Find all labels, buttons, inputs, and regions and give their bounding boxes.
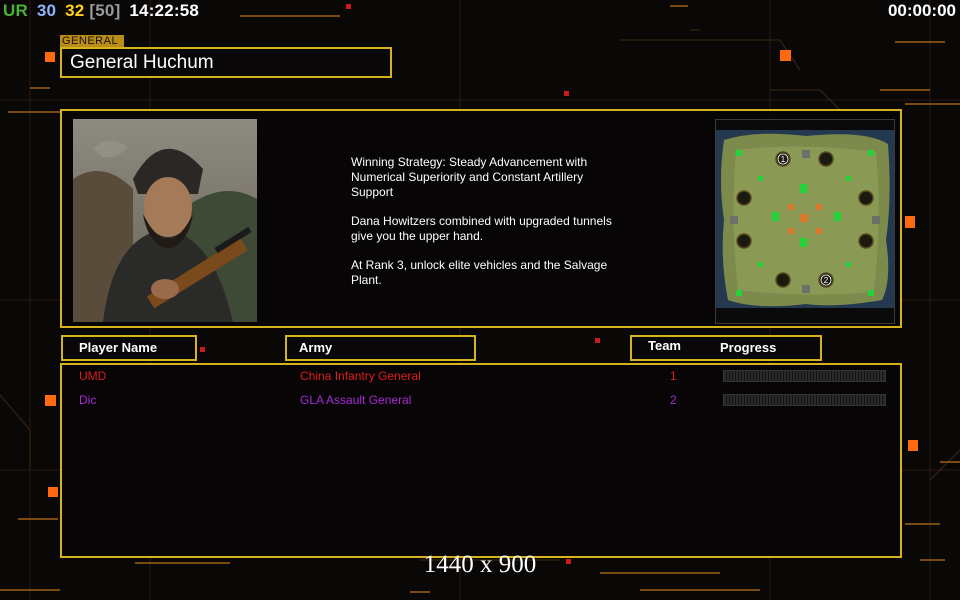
map-start-2: 2 (824, 276, 829, 285)
progress-bar (723, 394, 886, 406)
progress-header-label: Progress (720, 340, 777, 355)
progress-bar (723, 370, 886, 382)
player-team: 2 (670, 393, 677, 407)
team-progress-header[interactable]: Team Progress (630, 335, 822, 361)
resolution-label: 1440 x 900 (423, 551, 537, 578)
portrait-image (73, 119, 257, 322)
strategy-text: Winning Strategy: Steady Advancement wit… (351, 155, 651, 302)
hud-value-1: 30 (36, 1, 57, 20)
team-header-label: Team (648, 338, 681, 353)
game-timer: 00:00:00 (887, 1, 956, 20)
general-info-panel: Winning Strategy: Steady Advancement wit… (60, 109, 902, 328)
strategy-line-3: At Rank 3, unlock elite vehicles and the… (351, 258, 608, 287)
map-image: 1 2 (716, 120, 894, 323)
strategy-line-2: Dana Howitzers combined with upgraded tu… (351, 214, 612, 243)
player-name-header-label: Player Name (79, 340, 158, 355)
player-army: China Infantry General (300, 369, 421, 383)
map-preview: 1 2 (715, 119, 895, 324)
general-portrait (73, 119, 257, 322)
player-team: 1 (670, 369, 677, 383)
strategy-line-1: Winning Strategy: Steady Advancement wit… (351, 155, 588, 199)
player-row: Dic GLA Assault General 2 (62, 392, 900, 412)
hud-value-2: 32 (65, 1, 85, 20)
hud-stats: UR 30 32 [50] 14:22:58 (3, 1, 203, 21)
hud-value-3: [50] (89, 1, 121, 20)
general-name: General Huchum (60, 47, 392, 78)
player-name-header[interactable]: Player Name (61, 335, 197, 361)
player-name: Dic (79, 393, 97, 407)
player-row: UMD China Infantry General 1 (62, 368, 900, 388)
player-name: UMD (79, 369, 107, 383)
player-army: GLA Assault General (300, 393, 412, 407)
hud-label-ur: UR (3, 1, 28, 20)
players-list: UMD China Infantry General 1 Dic GLA Ass… (60, 363, 902, 558)
hud-clock: 14:22:58 (129, 1, 200, 20)
map-start-1: 1 (781, 155, 786, 164)
army-header[interactable]: Army (285, 335, 476, 361)
army-header-label: Army (299, 340, 333, 355)
